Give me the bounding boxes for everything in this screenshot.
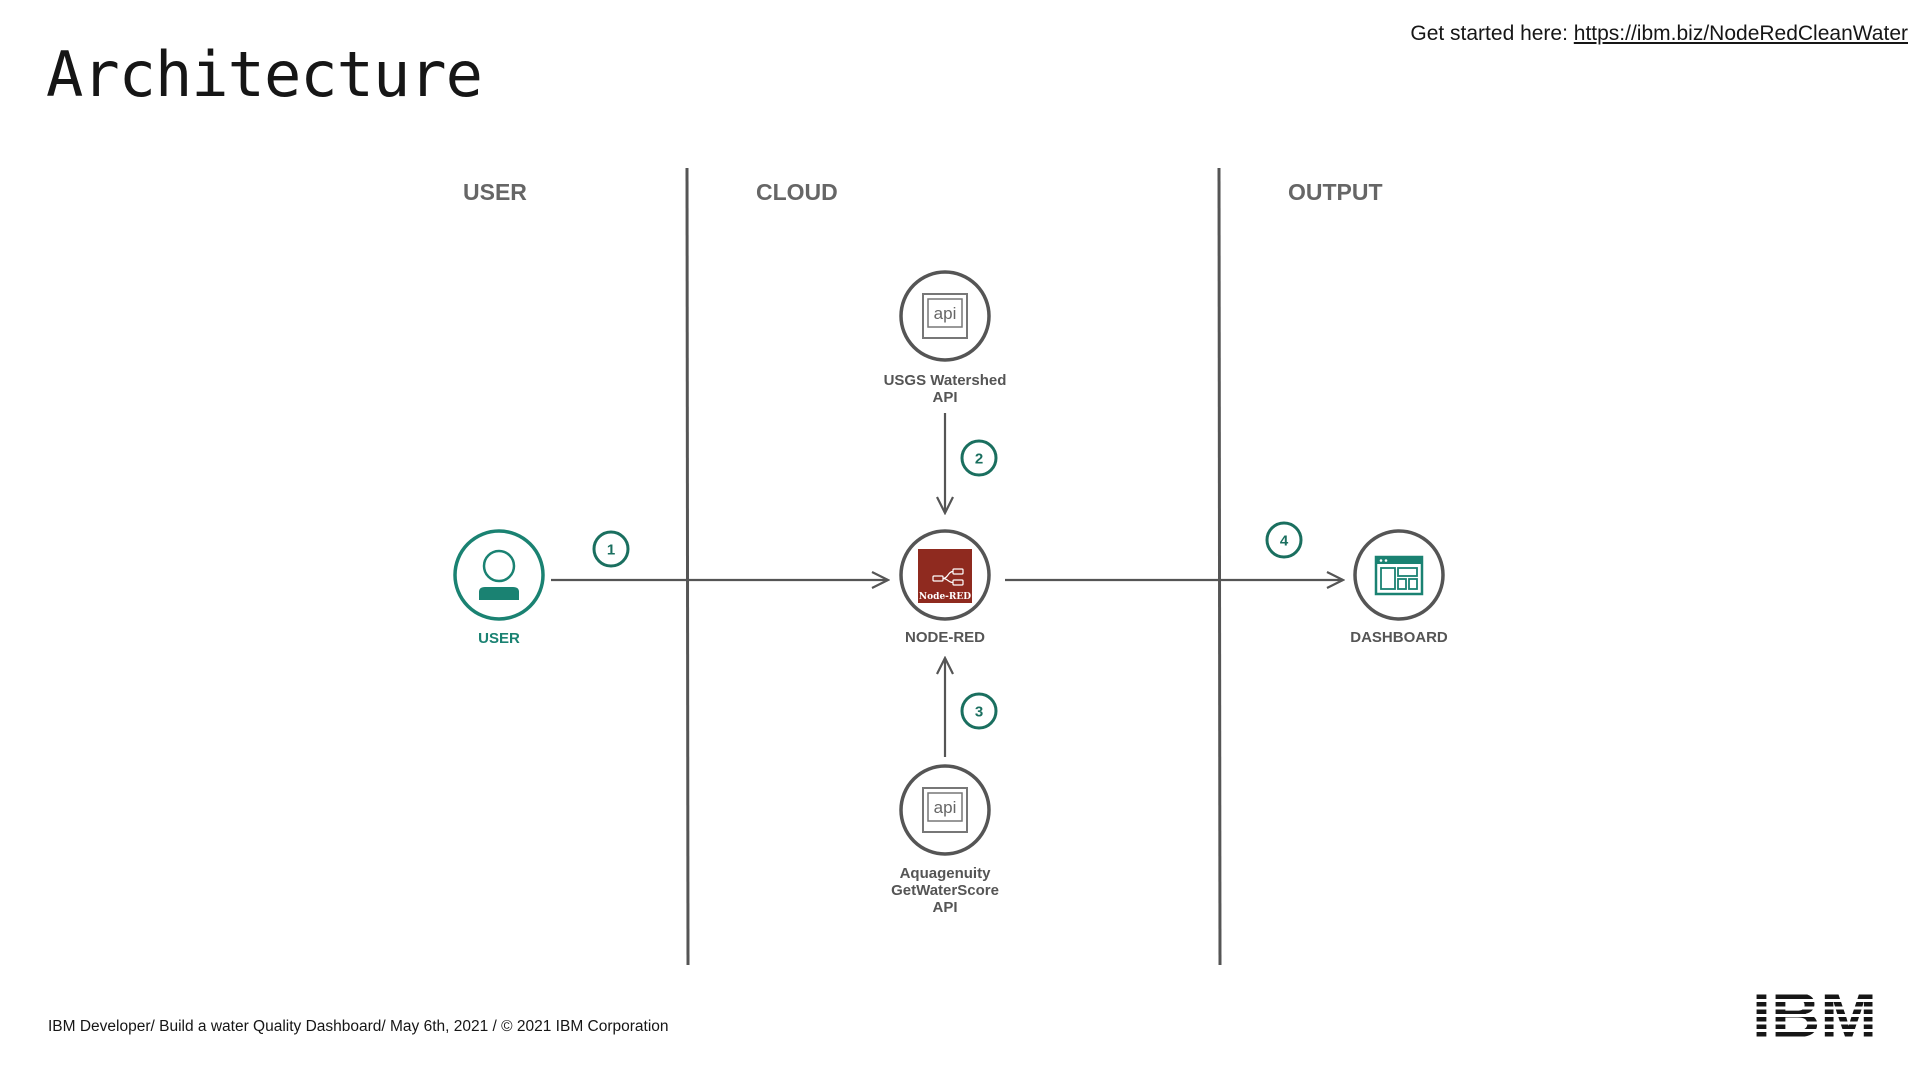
user-node-label: USER <box>478 630 520 647</box>
node-red-logo-text: Node-RED <box>919 592 971 602</box>
ibm-logo-icon: IBM <box>1752 987 1877 1039</box>
step-number-1: 1 <box>607 542 615 559</box>
aquagenuity-label-line-3: API <box>932 899 957 916</box>
architecture-diagram: USER CLOUD OUTPUT 1 2 3 4 USER api USGS … <box>453 167 1448 966</box>
dashboard-icon <box>1374 555 1424 596</box>
section-label-output: OUTPUT <box>1288 179 1383 205</box>
section-label-user: USER <box>463 179 527 205</box>
usgs-api-node: api USGS Watershed API <box>884 270 1007 406</box>
ibm-logo-text: IBM <box>1752 987 1877 1039</box>
dashboard-label: DASHBOARD <box>1350 629 1448 646</box>
step-number-4: 4 <box>1280 533 1289 550</box>
aquagenuity-api-icon-text: api <box>934 798 957 817</box>
divider-cloud-output <box>1217 167 1222 966</box>
node-red-logo-icon: Node-RED <box>918 549 972 603</box>
footer-text: IBM Developer/ Build a water Quality Das… <box>48 1018 669 1035</box>
node-red-label: NODE-RED <box>905 629 985 646</box>
step-badge-3: 3 <box>960 692 998 730</box>
divider-user-cloud <box>685 167 690 966</box>
usgs-api-label-line-2: API <box>932 389 957 406</box>
aquagenuity-label-line-2: GetWaterScore <box>891 882 999 899</box>
section-label-cloud: CLOUD <box>756 179 838 205</box>
api-icon: api <box>922 293 968 339</box>
step-number-2: 2 <box>975 451 983 468</box>
aquagenuity-api-node: api Aquagenuity GetWaterScore API <box>891 764 999 916</box>
step-badge-4: 4 <box>1265 521 1303 559</box>
usgs-api-icon-text: api <box>934 304 957 323</box>
user-node: USER <box>453 529 545 647</box>
dashboard-node: DASHBOARD <box>1350 529 1448 646</box>
usgs-api-label-line-1: USGS Watershed <box>884 372 1007 389</box>
api-icon: api <box>922 787 968 833</box>
step-badge-1: 1 <box>592 530 630 568</box>
step-number-3: 3 <box>975 704 983 721</box>
node-red-node: Node-RED NODE-RED <box>899 529 991 646</box>
aquagenuity-label-line-1: Aquagenuity <box>900 865 991 882</box>
step-badge-2: 2 <box>960 439 998 477</box>
